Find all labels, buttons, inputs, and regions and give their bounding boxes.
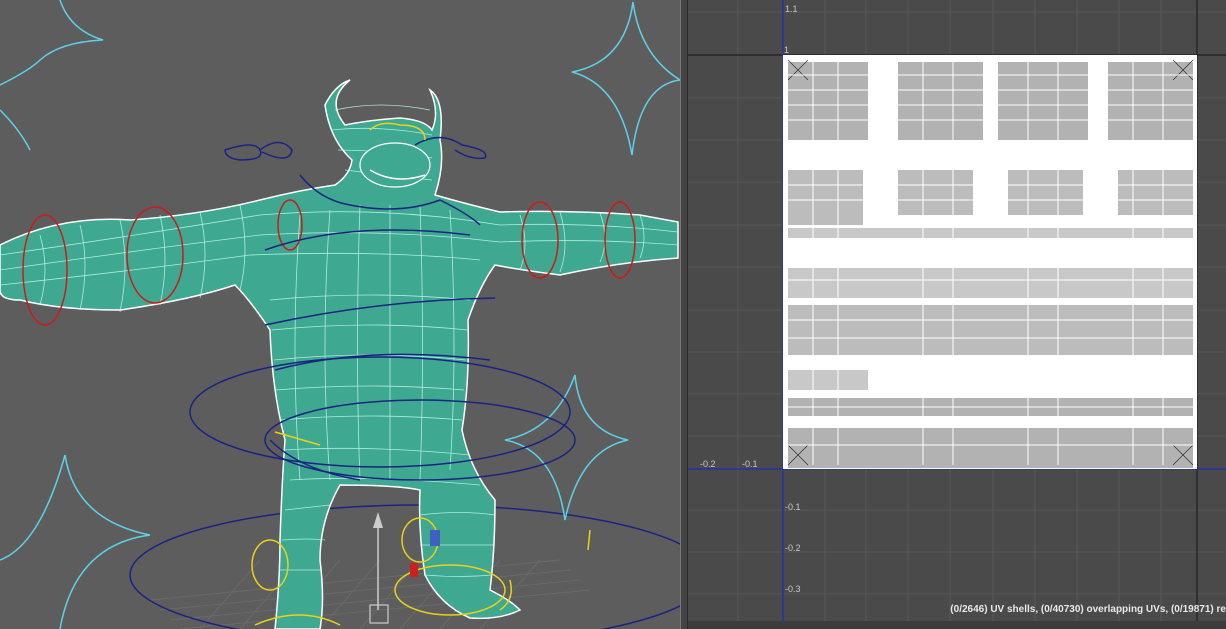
perspective-viewport[interactable] <box>0 0 680 629</box>
uv-stats-readout: (0/2646) UV shells, (0/40730) overlappin… <box>950 604 1226 615</box>
uv-tick-neg-0-3-v: -0.3 <box>785 584 801 594</box>
uv-tick-1: 1 <box>784 45 789 55</box>
uv-tick-1-1: 1.1 <box>785 4 798 14</box>
uv-editor-panel[interactable]: 1.1 1 -0.2 -0.1 -0.1 -0.2 -0.3 (0/2646) … <box>688 0 1226 629</box>
root-control-curve[interactable] <box>129 504 680 629</box>
uv-tick-neg-0-2-v: -0.2 <box>785 543 801 553</box>
panel-divider[interactable] <box>680 0 688 629</box>
uv-tick-neg-0-2-u: -0.2 <box>700 459 716 469</box>
uv-grid-canvas[interactable]: 1.1 1 -0.2 -0.1 -0.1 -0.2 -0.3 <box>688 0 1226 629</box>
viewport-scene <box>0 0 680 629</box>
character-mesh[interactable] <box>0 79 679 629</box>
uv-tick-neg-0-1-u: -0.1 <box>742 459 758 469</box>
uv-tile-0-1[interactable] <box>783 55 1197 469</box>
uv-horizontal-scrollbar[interactable] <box>688 621 1226 629</box>
uv-tick-neg-0-1-v: -0.1 <box>785 502 801 512</box>
